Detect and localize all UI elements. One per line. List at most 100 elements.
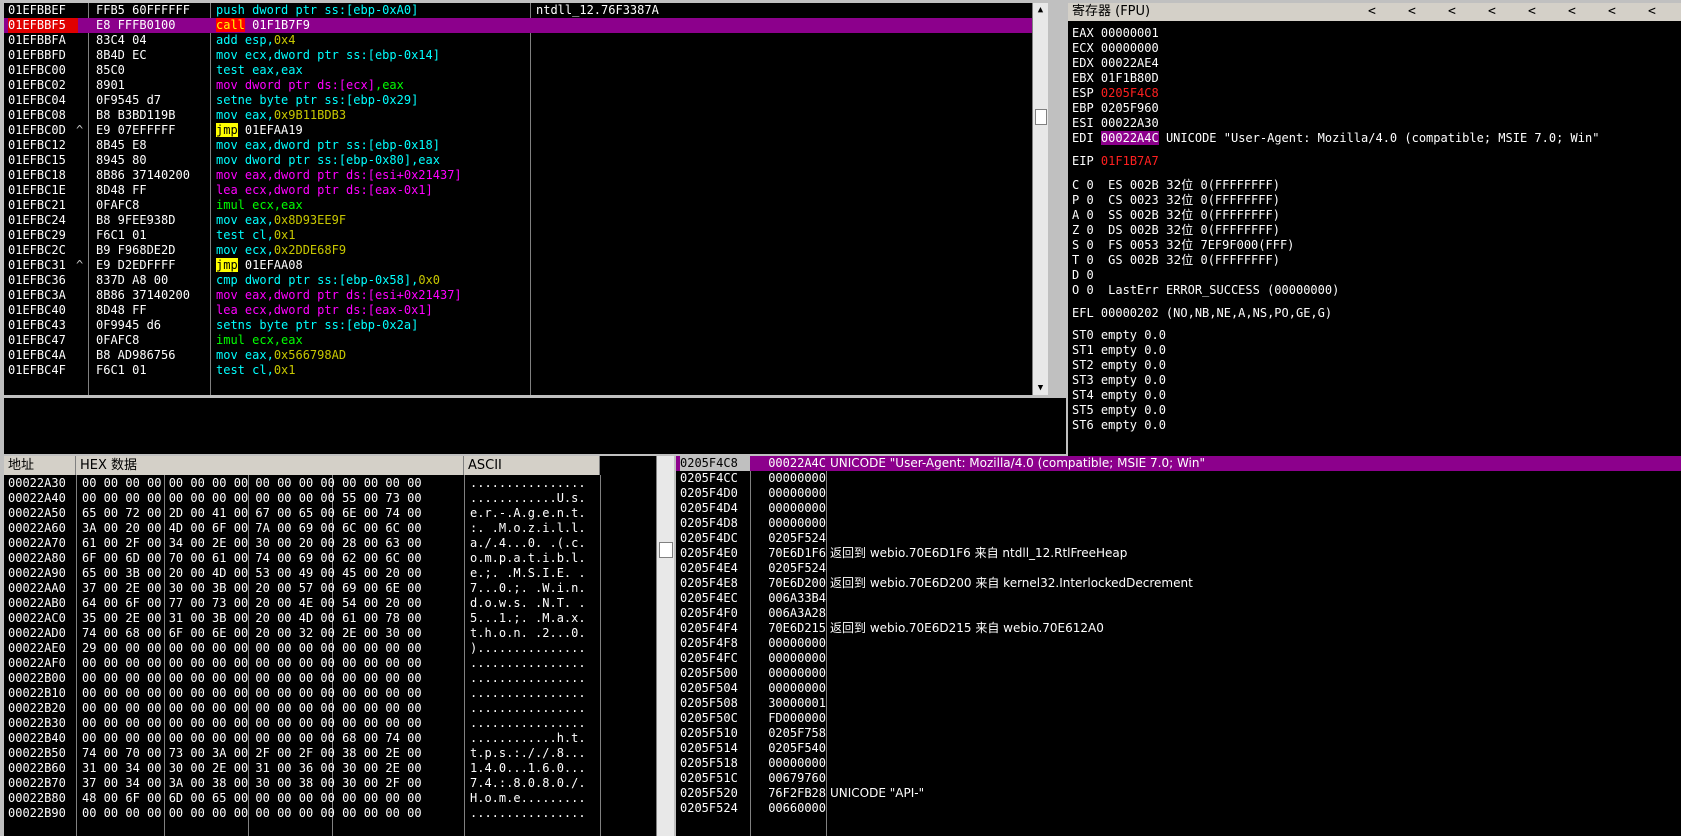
stack-row[interactable]: 0205F514 0205F540: [676, 741, 1681, 756]
disasm-row[interactable]: 01EFBC12 8B45 E8 mov eax,dword ptr ss:[ebp…: [4, 138, 1032, 153]
register-value[interactable]: 00022AE4: [1101, 56, 1159, 70]
disasm-row[interactable]: 01EFBC43 0F9945 d6 setns byte ptr ss:[ebp-…: [4, 318, 1032, 333]
stack-row[interactable]: 0205F4D4 00000000: [676, 501, 1681, 516]
register-edx[interactable]: EDX 00022AE4: [1072, 55, 1159, 71]
flag-value[interactable]: A 0: [1072, 208, 1094, 222]
register-ebp[interactable]: EBP 0205F960: [1072, 100, 1159, 116]
flag-value[interactable]: C 0: [1072, 178, 1094, 192]
stack-row[interactable]: 0205F4E0 70E6D1F6 返回到 webio.70E6D1F6 来自 nt…: [676, 546, 1681, 561]
scroll-thumb[interactable]: [1035, 109, 1047, 125]
dump-row[interactable]: 00022B50 74 00 70 00 73 00 3A 00 2F 00 2F…: [4, 746, 656, 761]
stack-row[interactable]: 0205F4DC 0205F524: [676, 531, 1681, 546]
column-header-hex[interactable]: HEX 数据: [76, 456, 464, 475]
stack-row[interactable]: 0205F4C8 00022A4C UNICODE "User-Agent: Moz…: [676, 456, 1681, 471]
register-value[interactable]: 0205F4C8: [1101, 86, 1159, 100]
dump-row[interactable]: 00022AC0 35 00 2E 00 31 00 3B 00 20 00 4D…: [4, 611, 656, 626]
flag-row[interactable]: P 0 CS 0023 32位 0(FFFFFFFF): [1072, 192, 1280, 208]
dump-row[interactable]: 00022AF0 00 00 00 00 00 00 00 00 00 00 00…: [4, 656, 656, 671]
disasm-row[interactable]: 01EFBC1E 8D48 FF lea ecx,dword ptr ds:[eax…: [4, 183, 1032, 198]
stack-row[interactable]: 0205F50C FD000000: [676, 711, 1681, 726]
dump-scrollbar[interactable]: [656, 456, 674, 836]
register-esp[interactable]: ESP 0205F4C8: [1072, 85, 1159, 101]
stack-row[interactable]: 0205F4E8 70E6D200 返回到 webio.70E6D200 来自 ke…: [676, 576, 1681, 591]
disasm-row[interactable]: 01EFBC15 8945 80 mov dword ptr ss:[ebp-0x8…: [4, 153, 1032, 168]
stack-row[interactable]: 0205F4D8 00000000: [676, 516, 1681, 531]
disasm-row[interactable]: 01EFBC29 F6C1 01 test cl,0x1: [4, 228, 1032, 243]
chevron-left-icon[interactable]: <: [1408, 3, 1416, 21]
dump-row[interactable]: 00022B80 48 00 6F 00 6D 00 65 00 00 00 00…: [4, 791, 656, 806]
fpu-register[interactable]: ST2 empty 0.0: [1072, 357, 1166, 373]
dump-row[interactable]: 00022AE0 29 00 00 00 00 00 00 00 00 00 00…: [4, 641, 656, 656]
dump-row[interactable]: 00022A90 65 00 3B 00 20 00 4D 00 53 00 49…: [4, 566, 656, 581]
register-value[interactable]: 01F1B7A7: [1101, 154, 1159, 168]
disasm-row[interactable]: 01EFBC2C B9 F968DE2D mov ecx,0x2DDE68F9: [4, 243, 1032, 258]
disasm-row[interactable]: 01EFBBFA 83C4 04 add esp,0x4: [4, 33, 1032, 48]
dump-row[interactable]: 00022B90 00 00 00 00 00 00 00 00 00 00 00…: [4, 806, 656, 821]
fpu-register[interactable]: ST6 empty 0.0: [1072, 417, 1166, 433]
disasm-row[interactable]: 01EFBC31 ^ E9 D2EDFFFF jmp 01EFAA08: [4, 258, 1032, 273]
flag-value[interactable]: O 0: [1072, 283, 1094, 297]
dump-row[interactable]: 00022AB0 64 00 6F 00 77 00 73 00 20 00 4E…: [4, 596, 656, 611]
scroll-thumb[interactable]: [659, 542, 673, 558]
register-edi[interactable]: EDI 00022A4C UNICODE "User-Agent: Mozill…: [1072, 130, 1599, 146]
flag-value[interactable]: S 0: [1072, 238, 1094, 252]
disasm-row[interactable]: 01EFBBFD 8B4D EC mov ecx,dword ptr ss:[ebp…: [4, 48, 1032, 63]
disassembly-scrollbar[interactable]: ▲ ▼: [1032, 3, 1048, 395]
dump-row[interactable]: 00022A80 6F 00 6D 00 70 00 61 00 74 00 69…: [4, 551, 656, 566]
disasm-row[interactable]: 01EFBC4F F6C1 01 test cl,0x1: [4, 363, 1032, 378]
stack-row[interactable]: 0205F500 00000000: [676, 666, 1681, 681]
dump-row[interactable]: 00022A60 3A 00 20 00 4D 00 6F 00 7A 00 69…: [4, 521, 656, 536]
disasm-row[interactable]: 01EFBC4A B8 AD986756 mov eax,0x566798AD: [4, 348, 1032, 363]
flag-value[interactable]: D 0: [1072, 268, 1094, 282]
registers-header[interactable]: 寄存器 (FPU) < < < < < < < <: [1068, 3, 1681, 21]
flag-value[interactable]: T 0: [1072, 253, 1094, 267]
fpu-register[interactable]: ST4 empty 0.0: [1072, 387, 1166, 403]
chevron-left-icon[interactable]: <: [1488, 3, 1496, 21]
disasm-row[interactable]: 01EFBC3A 8B86 37140200 mov eax,dword ptr d…: [4, 288, 1032, 303]
register-eax[interactable]: EAX 00000001: [1072, 25, 1159, 41]
stack-row[interactable]: 0205F4F0 006A3A28: [676, 606, 1681, 621]
stack-row[interactable]: 0205F504 00000000: [676, 681, 1681, 696]
stack-pane[interactable]: 0205F4C8 00022A4C UNICODE "User-Agent: Moz…: [676, 456, 1681, 836]
fpu-register[interactable]: ST5 empty 0.0: [1072, 402, 1166, 418]
stack-row[interactable]: 0205F510 0205F758: [676, 726, 1681, 741]
chevron-left-icon[interactable]: <: [1368, 3, 1376, 21]
stack-row[interactable]: 0205F51C 00679760: [676, 771, 1681, 786]
chevron-left-icon[interactable]: <: [1608, 3, 1616, 21]
disasm-row[interactable]: 01EFBC02 8901 mov dword ptr ds:[ecx],eax: [4, 78, 1032, 93]
flag-row[interactable]: Z 0 DS 002B 32位 0(FFFFFFFF): [1072, 222, 1280, 238]
disasm-row[interactable]: 01EFBC08 B8 B3BD119B mov eax,0x9B11BDB3: [4, 108, 1032, 123]
stack-row[interactable]: 0205F4F4 70E6D215 返回到 webio.70E6D215 来自 we…: [676, 621, 1681, 636]
dump-row[interactable]: 00022B40 00 00 00 00 00 00 00 00 00 00 00…: [4, 731, 656, 746]
register-ecx[interactable]: ECX 00000000: [1072, 40, 1159, 56]
dump-row[interactable]: 00022B20 00 00 00 00 00 00 00 00 00 00 00…: [4, 701, 656, 716]
disassembly-pane[interactable]: 01EFBBEF FFB5 60FFFFFF push dword ptr ss:[…: [4, 3, 1048, 395]
disasm-row[interactable]: 01EFBC24 B8 9FEE938D mov eax,0x8D93EE9F: [4, 213, 1032, 228]
stack-row[interactable]: 0205F4F8 00000000: [676, 636, 1681, 651]
stack-row[interactable]: 0205F4D0 00000000: [676, 486, 1681, 501]
dump-row[interactable]: 00022A30 00 00 00 00 00 00 00 00 00 00 00…: [4, 476, 656, 491]
chevron-left-icon[interactable]: <: [1448, 3, 1456, 21]
register-eip[interactable]: EIP 01F1B7A7: [1072, 153, 1159, 169]
register-ebx[interactable]: EBX 01F1B80D: [1072, 70, 1159, 86]
flag-value[interactable]: Z 0: [1072, 223, 1094, 237]
disasm-row[interactable]: 01EFBC21 0FAFC8 imul ecx,eax: [4, 198, 1032, 213]
dump-row[interactable]: 00022AA0 37 00 2E 00 30 00 3B 00 20 00 57…: [4, 581, 656, 596]
disasm-row[interactable]: 01EFBC00 85C0 test eax,eax: [4, 63, 1032, 78]
dump-row[interactable]: 00022B70 37 00 34 00 3A 00 38 00 30 00 38…: [4, 776, 656, 791]
stack-row[interactable]: 0205F4E4 0205F524: [676, 561, 1681, 576]
chevron-left-icon[interactable]: <: [1528, 3, 1536, 21]
register-value[interactable]: 00000001: [1101, 26, 1159, 40]
disasm-row[interactable]: 01EFBC18 8B86 37140200 mov eax,dword ptr d…: [4, 168, 1032, 183]
register-value[interactable]: 00022A30: [1101, 116, 1159, 130]
disasm-row[interactable]: 01EFBC36 837D A8 00 cmp dword ptr ss:[ebp-…: [4, 273, 1032, 288]
dump-row[interactable]: 00022A40 00 00 00 00 00 00 00 00 00 00 00…: [4, 491, 656, 506]
column-header-ascii[interactable]: ASCII: [464, 456, 600, 475]
stack-row[interactable]: 0205F520 76F2FB28 UNICODE "API-": [676, 786, 1681, 801]
register-value[interactable]: 01F1B80D: [1101, 71, 1159, 85]
stack-row[interactable]: 0205F4EC 006A33B4: [676, 591, 1681, 606]
stack-row[interactable]: 0205F4FC 00000000: [676, 651, 1681, 666]
stack-row[interactable]: 0205F518 00000000: [676, 756, 1681, 771]
fpu-register[interactable]: ST3 empty 0.0: [1072, 372, 1166, 388]
stack-row[interactable]: 0205F4CC 00000000: [676, 471, 1681, 486]
